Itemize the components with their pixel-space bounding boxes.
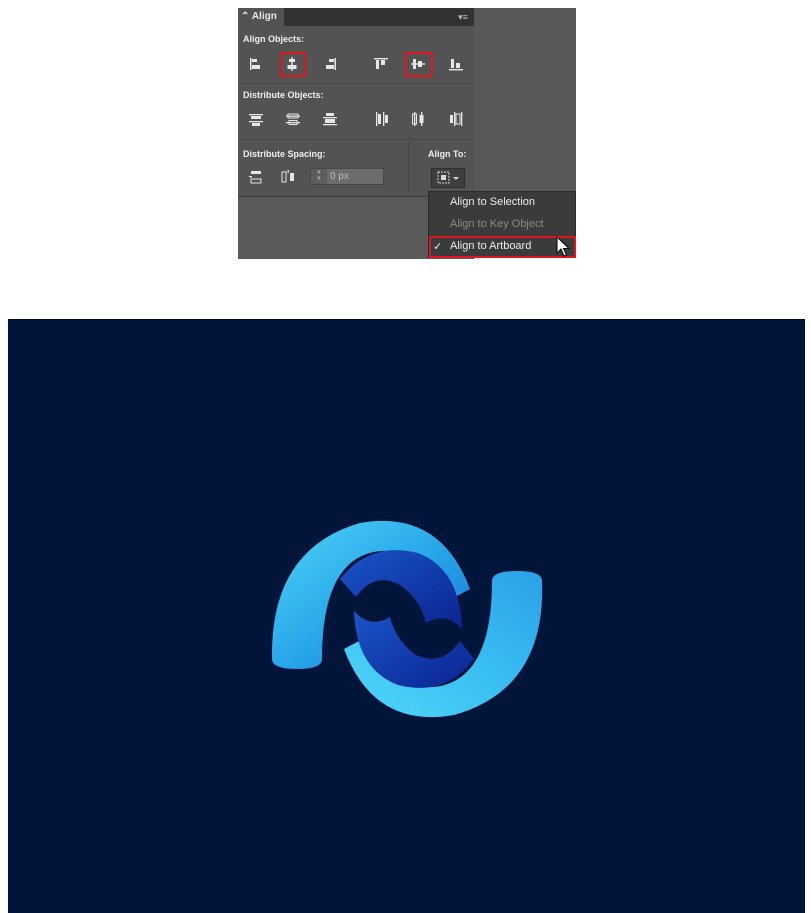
section-divider [240, 83, 472, 84]
align-to-dropdown-button[interactable] [431, 168, 465, 188]
vertical-align-bottom-icon[interactable] [446, 54, 466, 74]
panel-title: Align [251, 11, 277, 22]
horizontal-distribute-space-icon[interactable] [278, 167, 298, 187]
align-to-menu: Align to Selection Align to Key Object ✓… [428, 191, 576, 258]
tab-chevron-icon: ⌃ [241, 11, 250, 22]
mouse-pointer-icon [556, 236, 570, 257]
panel-menu-icon[interactable]: ▾≡ [452, 8, 474, 26]
align-objects-label: Align Objects: [243, 34, 305, 44]
artboard-edge [8, 319, 805, 320]
highlight-box [405, 52, 433, 77]
align-to-key-object-option: Align to Key Object [450, 218, 544, 230]
spin-arrows-icon[interactable]: ▲ ▼ [311, 169, 327, 184]
distribute-spacing-label: Distribute Spacing: [243, 149, 326, 159]
vertical-distribute-top-icon[interactable] [246, 109, 266, 129]
align-to-selection-option[interactable]: Align to Selection [450, 196, 535, 208]
align-to-label: Align To: [428, 149, 467, 159]
swirl-logo [271, 520, 543, 718]
highlight-box [429, 236, 576, 258]
vertical-distribute-bottom-icon[interactable] [320, 109, 340, 129]
section-vdivider [408, 142, 409, 192]
horizontal-align-right-icon[interactable] [320, 54, 340, 74]
align-panel-tab[interactable]: ⌃ Align [238, 8, 284, 26]
vertical-distribute-space-icon[interactable] [246, 167, 266, 187]
distribute-objects-label: Distribute Objects: [243, 90, 324, 100]
align-panel: ⌃ Align ▾≡ Align Objects: Distribute Obj… [238, 8, 576, 259]
spacing-value: 0 px [330, 171, 349, 182]
horizontal-distribute-right-icon[interactable] [446, 109, 466, 129]
highlight-box [280, 52, 306, 77]
spacing-value-field[interactable]: ▲ ▼ 0 px [310, 168, 384, 185]
vertical-distribute-center-icon[interactable] [283, 109, 303, 129]
horizontal-distribute-center-icon[interactable] [408, 109, 428, 129]
horizontal-distribute-left-icon[interactable] [371, 109, 391, 129]
section-divider [240, 139, 472, 140]
horizontal-align-left-icon[interactable] [246, 54, 266, 74]
panel-empty-area [474, 8, 576, 193]
vertical-align-top-icon[interactable] [371, 54, 391, 74]
artboard [8, 319, 805, 913]
